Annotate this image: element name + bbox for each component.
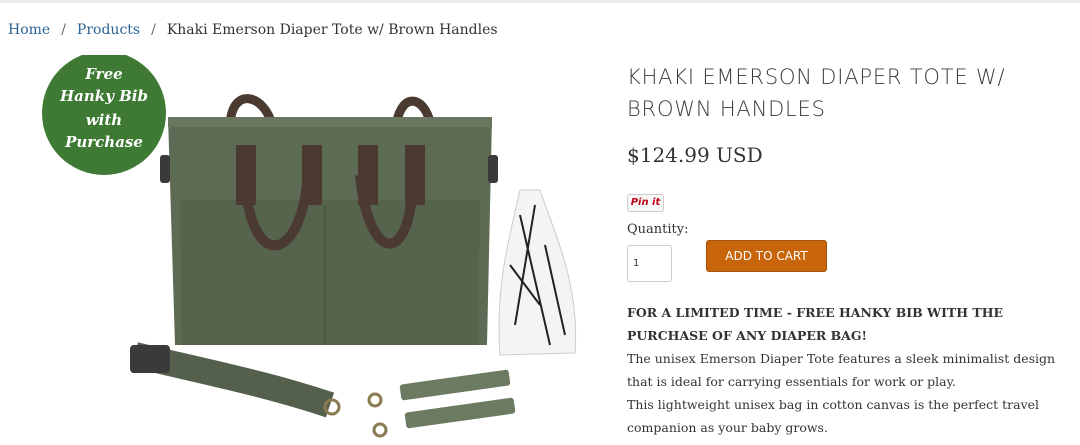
promo-badge-line2: Hanky Bib bbox=[59, 87, 148, 105]
product-description: FOR A LIMITED TIME - FREE HANKY BIB WITH… bbox=[627, 301, 1077, 439]
add-to-cart-button[interactable]: ADD TO CART bbox=[706, 240, 827, 272]
breadcrumb-products-link[interactable]: Products bbox=[77, 22, 140, 38]
breadcrumb-current: Khaki Emerson Diaper Tote w/ Brown Handl… bbox=[166, 22, 498, 38]
stroller-strap-2 bbox=[404, 397, 516, 429]
quantity-label: Quantity: bbox=[627, 222, 689, 237]
breadcrumb-separator: / bbox=[61, 22, 66, 38]
breadcrumb: Home / Products / Khaki Emerson Diaper Tote … bbox=[8, 22, 498, 38]
quantity-input[interactable] bbox=[627, 245, 672, 282]
product-image[interactable]: Free Hanky Bib with Purchase bbox=[40, 51, 600, 445]
handle-tab-2 bbox=[302, 145, 322, 205]
handle-tab-3 bbox=[358, 145, 378, 205]
strap-clip-2 bbox=[367, 392, 383, 408]
breadcrumb-separator: / bbox=[151, 22, 156, 38]
strap-clip-3 bbox=[372, 422, 388, 438]
bag-top-hem bbox=[168, 117, 492, 127]
side-loop-left bbox=[160, 155, 170, 183]
handle-tab-1 bbox=[236, 145, 256, 205]
promo-badge-line4: Purchase bbox=[64, 133, 143, 151]
handle-tab-4 bbox=[405, 145, 425, 205]
product-image-illustration: Free Hanky Bib with Purchase bbox=[42, 51, 577, 438]
promo-text: FOR A LIMITED TIME - FREE HANKY BIB WITH… bbox=[627, 305, 1004, 343]
breadcrumb-home-link[interactable]: Home bbox=[8, 22, 50, 38]
stroller-strap-1 bbox=[399, 369, 511, 401]
side-loop-right bbox=[488, 155, 498, 183]
product-title: KHAKI EMERSON DIAPER TOTE W/ BROWN HANDL… bbox=[627, 65, 1006, 121]
strap-pad bbox=[130, 345, 170, 373]
description-line-1: The unisex Emerson Diaper Tote features … bbox=[627, 351, 1056, 389]
product-price: $124.99 USD bbox=[627, 143, 763, 167]
top-border bbox=[0, 0, 1080, 3]
front-pocket bbox=[180, 200, 480, 345]
promo-badge-line3: with bbox=[86, 111, 122, 129]
description-line-2: This lightweight unisex bag in cotton ca… bbox=[627, 397, 1040, 435]
pinterest-pin-button[interactable]: Pin it bbox=[627, 194, 664, 212]
promo-badge-line1: Free bbox=[84, 65, 122, 83]
